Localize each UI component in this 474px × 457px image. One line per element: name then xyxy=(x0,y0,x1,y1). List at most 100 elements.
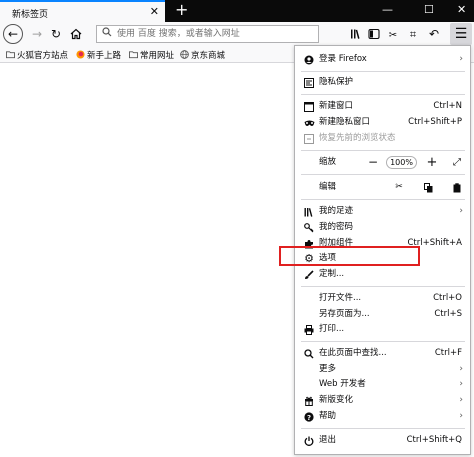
url-bar[interactable] xyxy=(96,25,319,43)
separator xyxy=(301,94,465,95)
menu-item-restore-session[interactable]: 恢复先前的浏览状态 xyxy=(295,131,470,146)
close-window-button[interactable]: ✕ xyxy=(457,3,466,16)
menu-item-label: 缩放 xyxy=(319,157,337,167)
shortcut-label: Ctrl+Shift+Q xyxy=(406,435,462,445)
zoom-reset-button[interactable]: 100% xyxy=(386,156,417,169)
menu-item-label: 登录 Firefox xyxy=(319,54,367,64)
menu-item-label: 打开文件... xyxy=(319,293,362,303)
separator xyxy=(301,150,465,151)
menu-item-open-file[interactable]: 打开文件... Ctrl+O xyxy=(295,291,470,306)
menu-item-customize[interactable]: 定制... xyxy=(295,267,470,282)
menu-item-label: 另存页面为... xyxy=(319,309,370,319)
menu-item-find[interactable]: 在此页面中查找... Ctrl+F xyxy=(295,346,470,361)
chevron-right-icon: › xyxy=(459,395,463,405)
reload-button[interactable]: ↻ xyxy=(47,25,65,43)
menu-item-label: 定制... xyxy=(319,269,345,279)
new-tab-icon[interactable]: + xyxy=(175,1,188,19)
menu-item-label: 更多 xyxy=(319,364,337,374)
fullscreen-icon[interactable]: ⤢ xyxy=(451,155,463,170)
navigation-toolbar: ← → ↻ ✂ ⌗ ↶ ☰ xyxy=(0,22,474,46)
menu-item-quit[interactable]: 退出 Ctrl+Shift+Q xyxy=(295,433,470,448)
bookmark-item[interactable]: 火狐官方站点 xyxy=(6,49,68,61)
chevron-right-icon: › xyxy=(459,379,463,389)
highlight-annotation-box xyxy=(279,246,420,266)
paste-icon[interactable] xyxy=(451,180,463,199)
menu-item-logins[interactable]: 我的密码 xyxy=(295,220,470,235)
shortcut-label: Ctrl+N xyxy=(433,101,462,111)
back-button[interactable]: ← xyxy=(3,24,23,44)
menu-item-label: 新建隐私窗口 xyxy=(319,117,371,127)
chevron-right-icon: › xyxy=(459,364,463,374)
menu-item-more[interactable]: 更多 › xyxy=(295,362,470,377)
menu-item-help[interactable]: ? 帮助 › xyxy=(295,409,470,424)
firefox-icon xyxy=(76,50,85,59)
svg-text:?: ? xyxy=(307,414,311,422)
browser-window: 新标签页 ✕ + — ☐ ✕ ← → ↻ 使用 百度 搜索，或者输入网址 ✂ ⌗… xyxy=(0,0,474,457)
shortcut-label: Ctrl+S xyxy=(434,309,462,319)
tab-close-icon[interactable]: ✕ xyxy=(150,5,159,18)
menu-item-web-developer[interactable]: Web 开发者 › xyxy=(295,377,470,392)
menu-item-label: 恢复先前的浏览状态 xyxy=(319,133,396,143)
globe-icon xyxy=(180,50,189,59)
menu-item-signin[interactable]: 登录 Firefox › xyxy=(295,52,470,67)
menu-item-save-page[interactable]: 另存页面为... Ctrl+S xyxy=(295,307,470,322)
printer-icon xyxy=(303,322,315,341)
menu-item-library[interactable]: 我的足迹 › xyxy=(295,204,470,219)
copy-icon[interactable] xyxy=(422,180,434,199)
scissors-icon: ✂ xyxy=(388,30,398,41)
separator xyxy=(301,174,465,175)
app-menu-button[interactable]: ☰ xyxy=(450,23,472,45)
crop-icon: ⌗ xyxy=(409,28,417,41)
folder-icon xyxy=(6,51,15,59)
separator xyxy=(301,428,465,429)
menu-item-label: 在此页面中查找... xyxy=(319,348,387,358)
maximize-button[interactable]: ☐ xyxy=(424,3,434,16)
zoom-out-button[interactable]: − xyxy=(367,155,379,170)
tab-new-tab[interactable]: 新标签页 ✕ xyxy=(0,0,165,22)
home-icon xyxy=(70,28,82,40)
chevron-right-icon: › xyxy=(459,206,463,216)
home-button[interactable] xyxy=(67,25,85,43)
menu-item-print[interactable]: 打印... xyxy=(295,322,470,337)
sidebar-button[interactable] xyxy=(365,25,383,43)
restore-icon xyxy=(303,131,315,150)
menu-item-whats-new[interactable]: 新版变化 › xyxy=(295,393,470,408)
library-button[interactable] xyxy=(347,25,365,43)
bookmark-item[interactable]: 京东商城 xyxy=(180,49,225,61)
help-icon: ? xyxy=(303,409,315,428)
undo-icon: ↶ xyxy=(428,27,440,41)
menu-item-privacy[interactable]: 隐私保护 xyxy=(295,75,470,90)
search-icon xyxy=(102,27,112,40)
bookmark-label: 火狐官方站点 xyxy=(17,51,69,61)
bookmark-item[interactable]: 新手上路 xyxy=(76,49,121,61)
bookmark-item[interactable]: 常用网址 xyxy=(129,49,174,61)
paintbrush-icon xyxy=(303,267,315,286)
menu-item-zoom: 缩放 − 100% + ⤢ xyxy=(295,155,470,170)
zoom-in-button[interactable]: + xyxy=(426,155,438,170)
menu-item-label: 新版变化 xyxy=(319,395,354,405)
separator xyxy=(301,71,465,72)
sidebar-icon xyxy=(368,28,380,40)
bookmark-label: 京东商城 xyxy=(191,51,226,61)
arrow-left-icon: ← xyxy=(7,27,19,41)
bookmark-label: 新手上路 xyxy=(87,51,122,61)
undo-button[interactable]: ↶ xyxy=(425,25,443,43)
chevron-right-icon: › xyxy=(459,411,463,421)
menu-item-new-window[interactable]: 新建窗口 Ctrl+N xyxy=(295,99,470,114)
arrow-right-icon: → xyxy=(31,27,43,41)
power-icon xyxy=(303,433,315,452)
separator xyxy=(301,286,465,287)
crop-button[interactable]: ⌗ xyxy=(404,25,422,43)
forward-button[interactable]: → xyxy=(28,25,46,43)
shortcut-label: Ctrl+Shift+P xyxy=(408,117,462,127)
screenshot-button[interactable]: ✂ xyxy=(384,25,402,43)
menu-item-new-private-window[interactable]: 新建隐私窗口 Ctrl+Shift+P xyxy=(295,115,470,130)
chevron-right-icon: › xyxy=(459,54,463,64)
search-input[interactable] xyxy=(117,28,312,40)
cut-icon[interactable]: ✂ xyxy=(393,180,405,195)
tab-strip: 新标签页 ✕ + — ☐ ✕ xyxy=(0,0,474,22)
menu-item-label: 隐私保护 xyxy=(319,77,354,87)
minimize-button[interactable]: — xyxy=(382,3,393,16)
menu-item-label: 帮助 xyxy=(319,411,337,421)
shortcut-label: Ctrl+F xyxy=(434,348,462,358)
